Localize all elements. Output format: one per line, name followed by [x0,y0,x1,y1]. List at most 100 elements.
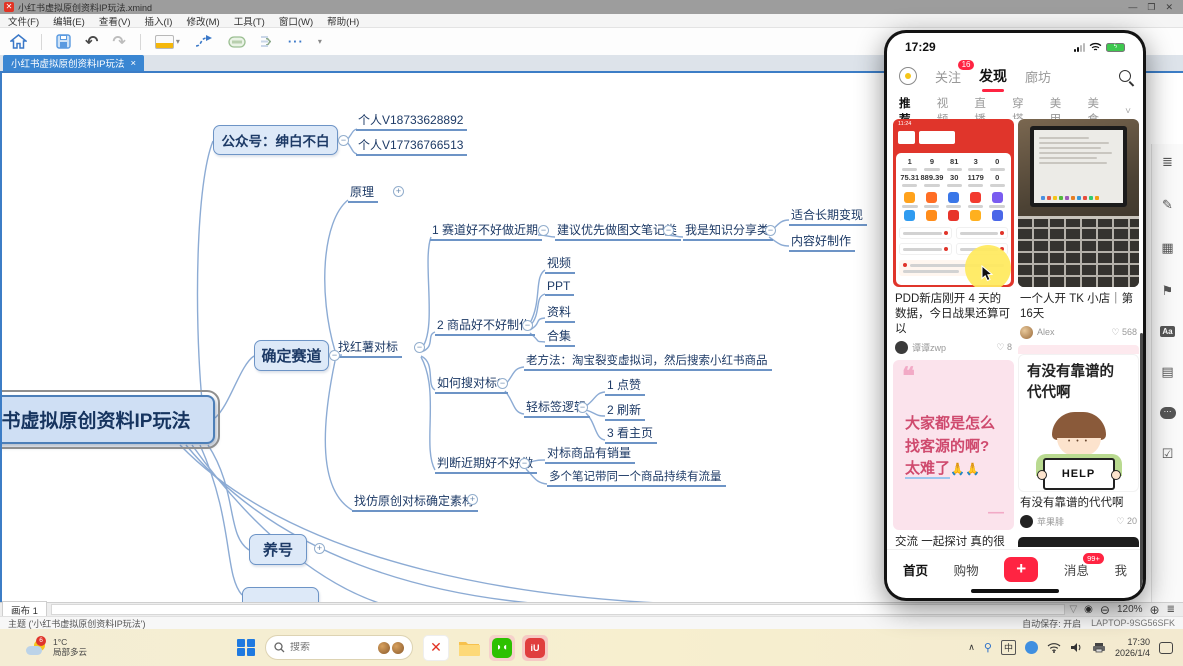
menu-window[interactable]: 窗口(W) [279,14,313,28]
collapse-icon[interactable]: − [414,342,425,353]
document-tab[interactable]: 小红书虚拟原创资料IP玩法 × [3,55,144,71]
topic-yuanli[interactable]: 原理 [348,183,378,203]
comment-icon[interactable]: ⋯ [1160,407,1176,419]
menu-tools[interactable]: 工具(T) [234,14,265,28]
avatar[interactable] [1020,515,1033,528]
save-icon[interactable] [56,34,71,49]
maximize-button[interactable]: ❐ [1147,2,1155,13]
undo-icon[interactable]: ↶ [85,32,98,52]
expand-icon[interactable]: + [393,186,404,197]
topic-personal-v1[interactable]: 个人V18733628892 [356,111,467,131]
collapse-icon[interactable]: − [538,225,549,236]
fit-map-icon[interactable]: ≣ [1167,604,1175,615]
topic-personal-v2[interactable]: 个人V17736766513 [356,136,467,156]
minimize-button[interactable]: — [1128,2,1137,13]
card-author[interactable]: 谭谭zwp [912,341,946,354]
style-icon[interactable]: ▾ [155,35,180,49]
tray-chevron-icon[interactable]: ∧ [968,642,975,653]
taskbar-weather-widget[interactable]: 6 1°C 局部多云 [0,638,87,658]
like-icon[interactable]: ♡ [996,342,1004,352]
redo-icon[interactable]: ↷ [112,32,125,52]
outline-structure-icon[interactable]: ≣ [1162,154,1173,170]
search-input[interactable] [290,642,360,653]
phone-search-icon[interactable] [1119,70,1131,82]
topic-saidao-haobuhao[interactable]: 1 赛道好不好做近期 [430,221,542,241]
tray-app-icon[interactable] [1025,641,1038,654]
menu-modify[interactable]: 修改(M) [186,14,219,28]
collapse-icon[interactable]: − [497,378,508,389]
menu-insert[interactable]: 插入(I) [144,14,172,28]
card-author[interactable]: Alex [1037,327,1055,337]
central-topic[interactable]: 小红书虚拟原创资料IP玩法 [0,395,215,444]
card-title[interactable]: 交流 一起探讨 真的很急 不懂就问有问必答 [893,530,1014,549]
sticker-label-icon[interactable]: Aa [1160,326,1174,337]
note-icon[interactable]: ▤ [1161,364,1173,380]
format-brush-icon[interactable]: ✎ [1162,197,1173,213]
tab-discover[interactable]: 发现 [979,66,1007,86]
taskbar-wechat-icon[interactable]: ◗◖ [489,635,515,661]
topic-neirong-haozhizuo[interactable]: 内容好制作 [789,232,855,252]
menu-edit[interactable]: 编辑(E) [53,14,85,28]
marker-flag-icon[interactable]: ⚑ [1162,283,1174,299]
zoom-level[interactable]: 120% [1117,604,1143,615]
tray-location-icon[interactable]: ⚲ [984,641,992,654]
tab-local[interactable]: 廊坊 [1025,67,1051,86]
tab-follow[interactable]: 关注 16 [935,67,961,86]
printer-icon[interactable] [1092,642,1106,653]
volume-icon[interactable] [1070,642,1083,653]
zoom-in-icon[interactable]: ⊕ [1150,603,1160,617]
feed-card-help[interactable]: 有没有靠谱的 代代啊 • • • HELP 有没有靠谱的代代啊 [1018,354,1139,534]
tray-ime-icon[interactable]: 中 [1001,640,1016,655]
topic-shangpin-zhizuo[interactable]: 2 商品好不好制作 [435,316,535,336]
card-author[interactable]: 苹果腓 [1037,515,1064,528]
pitch-mode-icon[interactable]: ◉ [1084,604,1093,615]
taskbar-clock[interactable]: 17:30 2026/1/4 [1115,637,1150,659]
expand-icon[interactable]: + [467,494,478,505]
close-button[interactable]: ✕ [1165,2,1173,13]
start-button[interactable] [237,639,255,657]
feed-card-pdd[interactable]: 11:24 1 9 81 3 0 [893,119,1014,360]
topic-duoge-biji[interactable]: 多个笔记带同一个商品持续有流量 [547,468,726,487]
summary-icon[interactable] [260,34,274,49]
topic-zhishi-fenxiang[interactable]: 我是知识分享类 [683,221,773,241]
topic-changqi-bianxian[interactable]: 适合长期变现 [789,206,867,226]
collapse-icon[interactable]: − [522,320,533,331]
topic-laofangfa[interactable]: 老方法：淘宝裂变虚拟词，然后搜索小红书商品 [524,352,772,371]
taskbar-red-app-icon[interactable]: iU [522,635,548,661]
collapse-icon[interactable]: − [329,350,340,361]
expand-icon[interactable]: + [314,543,325,554]
tab-shop[interactable]: 购物 [954,560,979,579]
tab-me[interactable]: 我 [1114,560,1127,579]
topic-queding-saidao[interactable]: 确定赛道 [254,340,329,371]
topic-ppt[interactable]: PPT [545,279,574,296]
tab-messages[interactable]: 消息 99+ [1064,560,1089,579]
collapse-icon[interactable]: − [338,135,349,146]
tab-home[interactable]: 首页 [903,560,928,579]
topic-duibiao-xiaoliang[interactable]: 对标商品有销量 [545,444,635,464]
insert-image-icon[interactable]: ▦ [1161,240,1173,256]
more-tools-caret-icon[interactable]: ▾ [318,37,322,46]
collapse-icon[interactable]: − [519,458,530,469]
like-icon[interactable]: ♡ [1111,327,1119,337]
tab-close-icon[interactable]: × [130,58,136,69]
zoom-out-icon[interactable]: ⊖ [1100,603,1110,617]
topic-shuaxin[interactable]: 2 刷新 [605,401,645,421]
relationship-icon[interactable] [194,35,214,49]
boundary-icon[interactable] [228,35,246,49]
taskbar-xmind-icon[interactable]: ✕ [423,635,449,661]
chevron-down-icon[interactable]: ˅ [1125,106,1131,117]
filter-icon[interactable]: ▽ [1069,604,1077,615]
topic-zhao-hongshu-duibiao[interactable]: 找红薯对标 [336,338,402,358]
home-icon[interactable] [10,34,27,49]
collapse-icon[interactable]: − [577,402,588,413]
like-icon[interactable]: ♡ [1116,516,1124,526]
collapse-icon[interactable]: − [765,225,776,236]
topic-gongzhonghao[interactable]: 公众号：绅白不白 [213,125,338,155]
card-title[interactable]: 有没有靠谱的代代啊 [1018,492,1139,513]
topic-heji[interactable]: 合集 [545,327,575,347]
feed-card-tk[interactable]: 一个人开 TK 小店｜第16天 Alex ♡ 568 [1018,119,1139,345]
task-checkbox-icon[interactable]: ☑ [1162,446,1174,462]
menu-view[interactable]: 查看(V) [99,14,131,28]
topic-shipin[interactable]: 视频 [545,254,575,274]
card-title[interactable]: 一个人开 TK 小店｜第16天 [1018,287,1139,324]
